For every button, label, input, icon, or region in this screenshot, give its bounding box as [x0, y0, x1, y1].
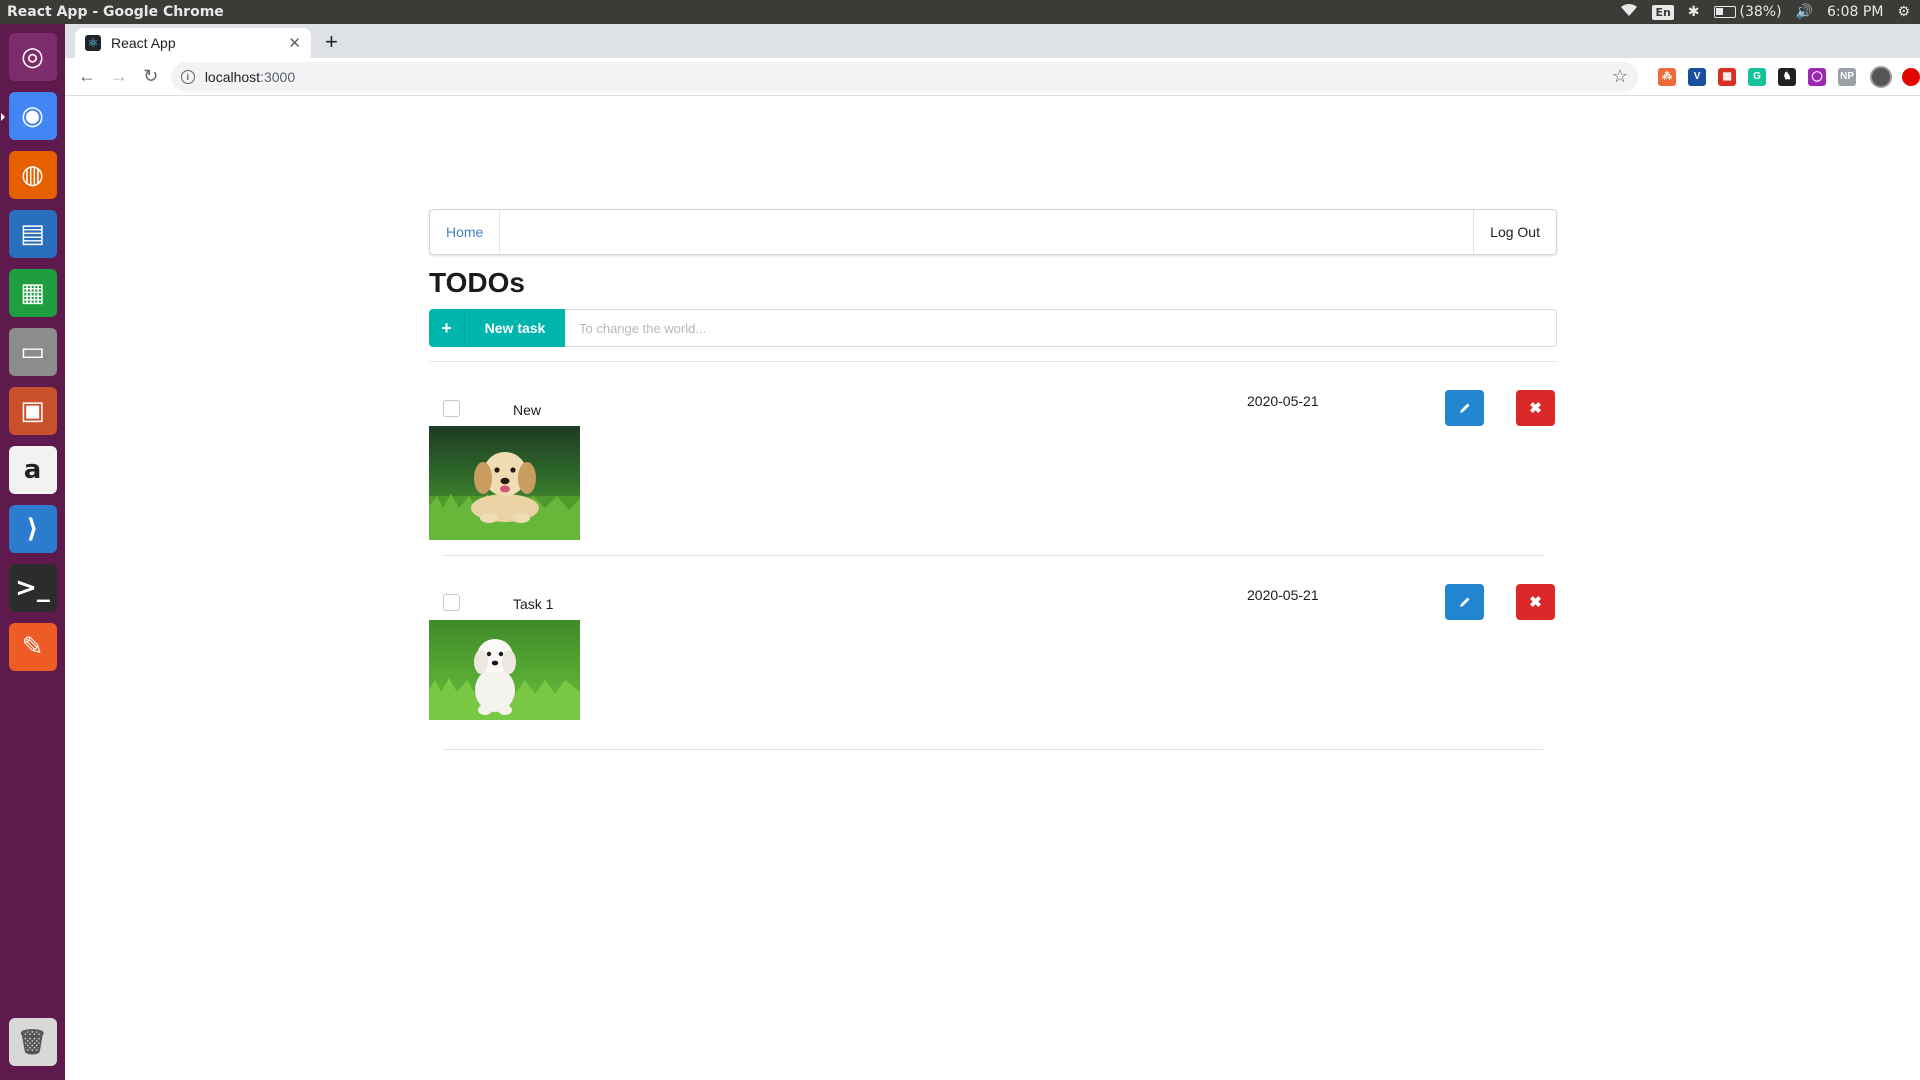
launcher-chrome[interactable]: ◉	[0, 89, 61, 143]
battery-percent: (38%)	[1739, 4, 1782, 20]
bookmark-star-icon[interactable]: ☆	[1612, 66, 1628, 87]
firefox-icon: ◍	[8, 151, 57, 199]
ubuntu-dash-icon: ◎	[8, 33, 57, 81]
launcher-calc[interactable]: ▦	[5, 266, 61, 320]
calc-icon: ▦	[8, 269, 57, 317]
impress-icon: ▣	[8, 387, 57, 435]
battery-indicator[interactable]: (38%)	[1713, 4, 1782, 20]
launcher-vscode[interactable]: ⟩	[5, 502, 61, 556]
settings-gear-icon[interactable]: ⚙	[1897, 4, 1910, 20]
new-task-button[interactable]: + New task	[429, 309, 565, 347]
address-bar[interactable]: i localhost:3000 ☆	[170, 61, 1639, 92]
site-info-icon[interactable]: i	[180, 69, 195, 84]
launcher-files[interactable]: ▭	[5, 325, 61, 379]
new-task-input[interactable]	[565, 309, 1557, 347]
new-tab-button[interactable]: +	[325, 29, 338, 55]
extension-icons: ⁂ V ▦ G ♞ ◯ NP	[1658, 67, 1857, 86]
launcher-postman[interactable]: ✎	[5, 620, 61, 674]
ext-2-icon[interactable]: V	[1688, 67, 1707, 86]
postman-icon: ✎	[8, 623, 57, 671]
trash-icon: 🗑	[8, 1018, 57, 1066]
ubuntu-launcher: ◎ ◉ ◍ ▤ ▦ ▭ ▣ a ⟩ >_ ✎ 🗑	[0, 24, 65, 1080]
back-button[interactable]: ←	[71, 61, 103, 93]
todo-app: Home Log Out TODOs + New task New 2020-0…	[429, 209, 1557, 750]
reload-button[interactable]: ↻	[135, 61, 167, 93]
ext-5-icon[interactable]: ♞	[1778, 67, 1797, 86]
vscode-icon: ⟩	[8, 505, 57, 553]
launcher-writer[interactable]: ▤	[5, 207, 61, 261]
launcher-firefox[interactable]: ◍	[5, 148, 61, 202]
plus-icon: +	[429, 309, 465, 347]
keyboard-layout-indicator[interactable]: En	[1652, 4, 1674, 20]
top-menu: Home Log Out	[429, 209, 1557, 255]
tab-close-icon[interactable]: ✕	[288, 34, 301, 52]
task-name: Task 1	[513, 596, 554, 612]
logout-link[interactable]: Log Out	[1473, 210, 1556, 254]
task-name: New	[513, 402, 542, 418]
task-item: New 2020-05-21 ✖	[429, 362, 1555, 556]
launcher-terminal[interactable]: >_	[5, 561, 61, 615]
address-port: :3000	[260, 68, 296, 85]
pencil-icon	[1459, 403, 1469, 413]
wifi-icon[interactable]	[1620, 3, 1638, 21]
react-favicon-icon: ⚛	[85, 35, 101, 51]
new-task-label: New task	[484, 320, 546, 336]
task-date: 2020-05-21	[1247, 393, 1319, 409]
launcher-trash[interactable]: 🗑	[5, 1015, 61, 1069]
ext-1-icon[interactable]: ⁂	[1658, 67, 1677, 86]
tab-title: React App	[111, 35, 176, 51]
close-icon: ✖	[1529, 594, 1542, 611]
terminal-icon: >_	[8, 564, 57, 612]
browser-tab-strip: ⚛ React App ✕ +	[65, 24, 1920, 58]
tab-react-app[interactable]: ⚛ React App ✕	[75, 28, 311, 58]
extension-red-icon[interactable]	[1902, 67, 1920, 86]
chrome-icon: ◉	[8, 92, 57, 140]
launcher-amazon[interactable]: a	[5, 443, 61, 497]
amazon-icon: a	[8, 446, 57, 494]
close-icon: ✖	[1529, 400, 1542, 417]
new-task-form: + New task	[429, 309, 1557, 347]
launcher-ubuntu-dash[interactable]: ◎	[5, 30, 61, 84]
battery-icon	[1713, 6, 1736, 18]
system-tray: En ✱ (38%) 🔊 6:08 PM ⚙	[1620, 3, 1920, 21]
writer-icon: ▤	[8, 210, 57, 258]
ext-3-icon[interactable]: ▦	[1718, 67, 1737, 86]
page-title: TODOs	[429, 267, 525, 298]
pencil-icon	[1459, 597, 1469, 607]
clock[interactable]: 6:08 PM	[1827, 4, 1883, 20]
ext-7-icon[interactable]: NP	[1838, 67, 1857, 86]
bluetooth-icon[interactable]: ✱	[1688, 4, 1700, 20]
forward-button[interactable]: →	[103, 61, 135, 93]
launcher-impress[interactable]: ▣	[5, 384, 61, 438]
delete-task-button[interactable]: ✖	[1516, 584, 1555, 620]
task-checkbox[interactable]	[443, 594, 460, 611]
edit-task-button[interactable]	[1445, 584, 1484, 620]
home-link[interactable]: Home	[430, 210, 501, 254]
edit-task-button[interactable]	[1445, 390, 1484, 426]
delete-task-button[interactable]: ✖	[1516, 390, 1555, 426]
ext-4-icon[interactable]: G	[1748, 67, 1767, 86]
browser-toolbar: ← → ↻ i localhost:3000 ☆ ⁂ V ▦ G ♞ ◯ NP	[65, 58, 1920, 96]
page-viewport: Home Log Out TODOs + New task New 2020-0…	[65, 97, 1920, 1080]
task-checkbox[interactable]	[443, 400, 460, 417]
system-top-bar: React App - Google Chrome En ✱ (38%) 🔊 6…	[0, 0, 1920, 24]
address-host: localhost	[204, 68, 261, 85]
window-title: React App - Google Chrome	[7, 4, 224, 20]
task-image-white-puppy	[429, 620, 580, 720]
profile-avatar[interactable]	[1870, 65, 1893, 88]
ext-6-icon[interactable]: ◯	[1808, 67, 1827, 86]
files-icon: ▭	[8, 328, 57, 376]
volume-icon[interactable]: 🔊	[1796, 4, 1813, 20]
task-date: 2020-05-21	[1247, 587, 1319, 603]
task-image-golden-puppy	[429, 426, 580, 540]
task-item: Task 1 2020-05-21 ✖	[429, 556, 1555, 750]
